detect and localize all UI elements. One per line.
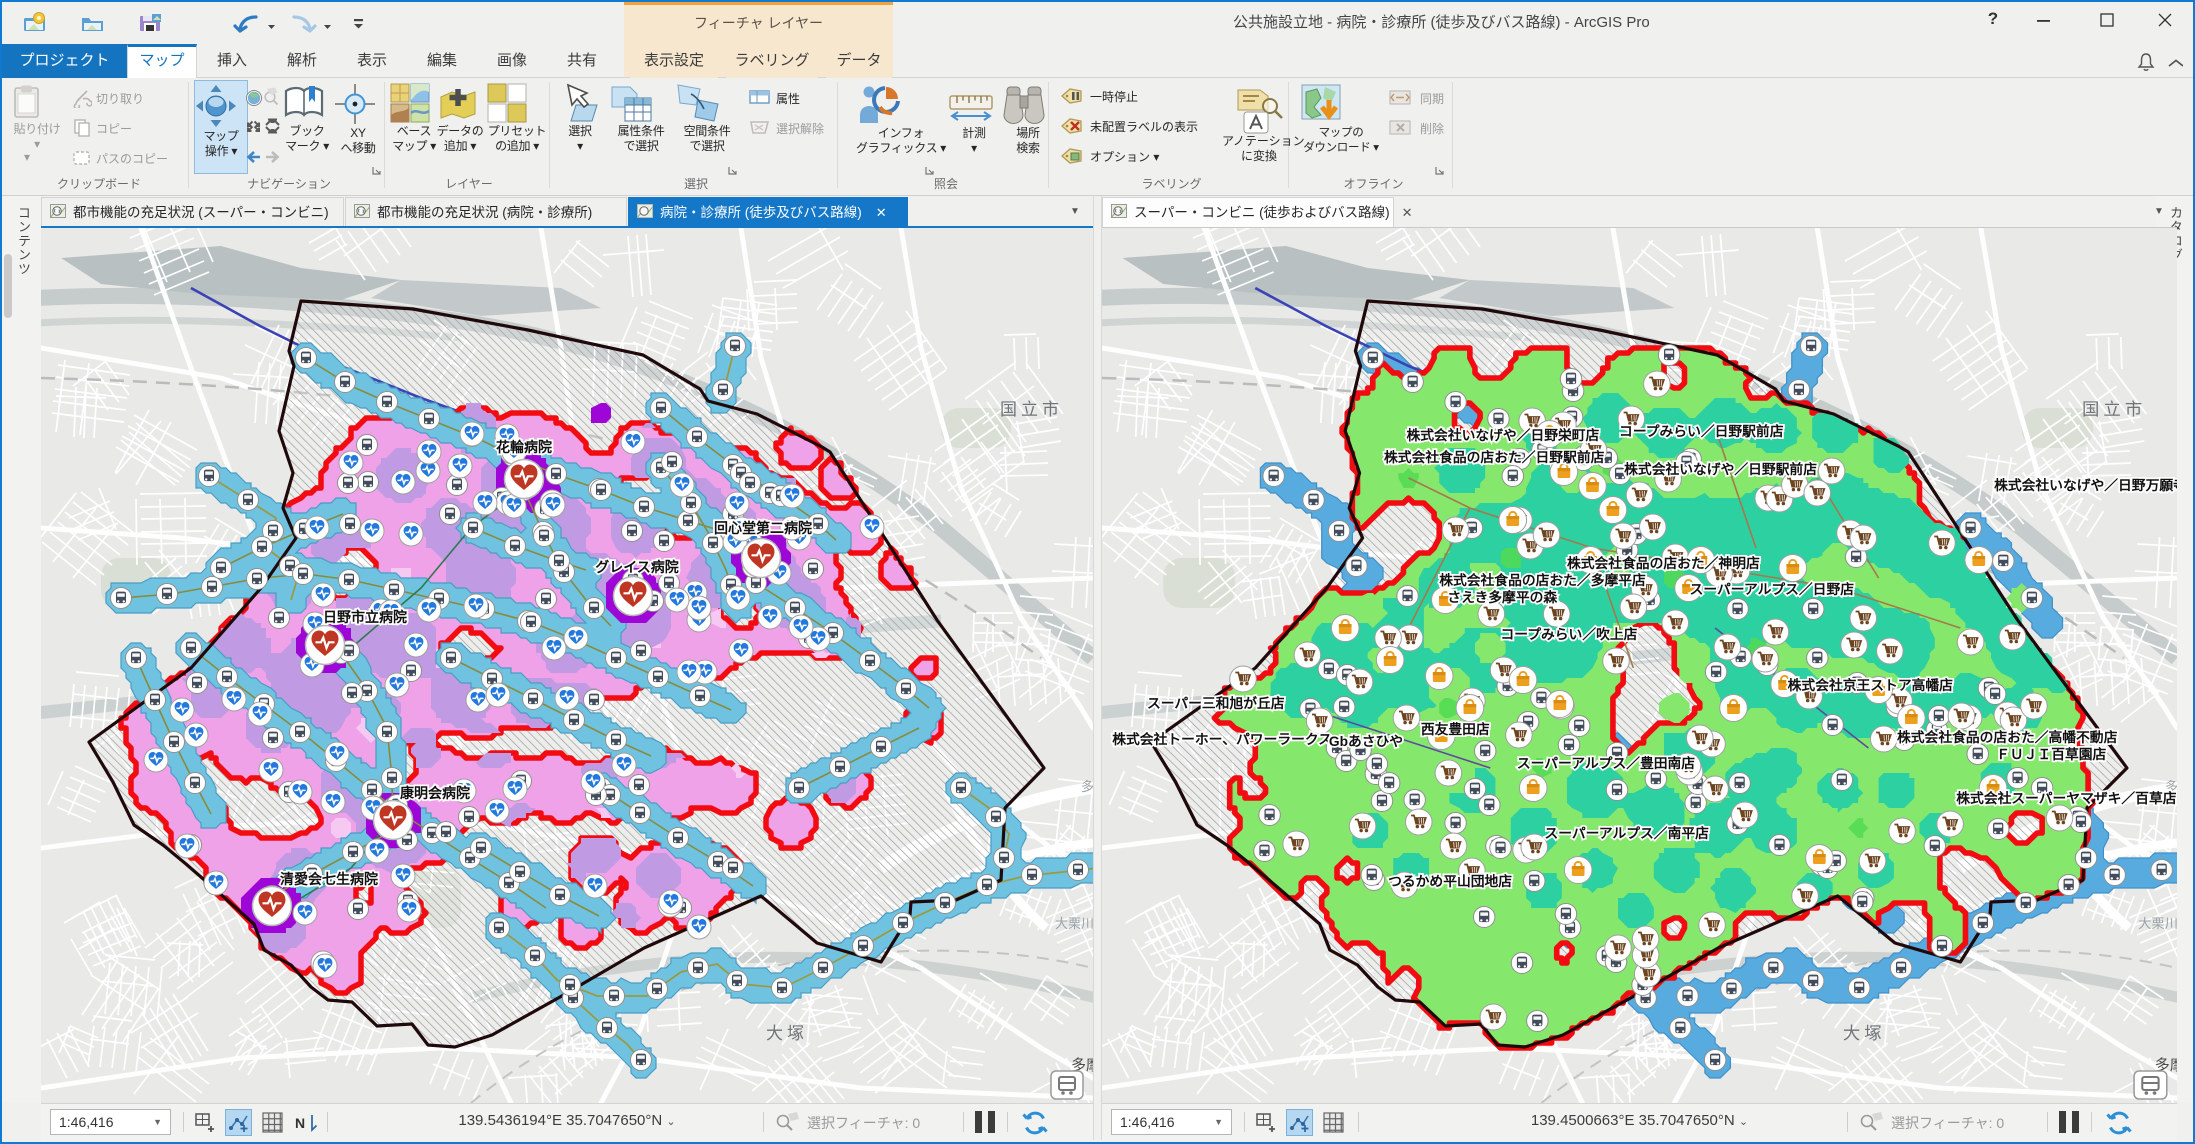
svg-text:康明会病院: 康明会病院 xyxy=(400,785,470,801)
svg-text:日野市立病院: 日野市立病院 xyxy=(323,609,407,625)
svg-text:花輪病院: 花輪病院 xyxy=(496,439,552,455)
svg-text:株式会社食品の店おた／神明店: 株式会社食品の店おた／神明店 xyxy=(1567,555,1760,571)
svg-text:株式会社トーホー、パワーラークス: 株式会社トーホー、パワーラークス xyxy=(1112,731,1332,747)
svg-text:株式会社いなげや／日野万願寺駅前店: 株式会社いなげや／日野万願寺駅前店 xyxy=(1994,477,2177,493)
svg-text:スーパーアルプス／南平店: スーパーアルプス／南平店 xyxy=(1544,825,1709,841)
svg-text:株式会社スーパーヤマザキ／百草店: 株式会社スーパーヤマザキ／百草店 xyxy=(1956,790,2177,806)
svg-text:コープみらい／吹上店: コープみらい／吹上店 xyxy=(1501,626,1638,642)
svg-text:ＦＵＪＩ百草園店: ＦＵＪＩ百草園店 xyxy=(1996,746,2107,762)
svg-text:さえき多摩平の森: さえき多摩平の森 xyxy=(1447,589,1557,605)
svg-text:スーパー三和旭が丘店: スーパー三和旭が丘店 xyxy=(1147,695,1285,711)
svg-text:株式会社いなげや／日野栄町店: 株式会社いなげや／日野栄町店 xyxy=(1407,427,1600,443)
svg-text:株式会社京王ストア高幡店: 株式会社京王ストア高幡店 xyxy=(1788,677,1954,693)
svg-text:清愛会七生病院: 清愛会七生病院 xyxy=(280,871,378,887)
svg-text:スーパーアルプス／日野店: スーパーアルプス／日野店 xyxy=(1690,581,1855,597)
svg-text:多摩: 多摩 xyxy=(1081,779,1093,794)
svg-text:西友豊田店: 西友豊田店 xyxy=(1421,721,1490,737)
svg-text:グレイス病院: グレイス病院 xyxy=(595,559,679,575)
svg-text:国立市: 国立市 xyxy=(1000,400,1063,419)
svg-text:株式会社食品の店おた／多摩平店: 株式会社食品の店おた／多摩平店 xyxy=(1439,572,1646,588)
svg-text:国立市: 国立市 xyxy=(2082,399,2146,419)
svg-text:コープみらい／日野駅前店: コープみらい／日野駅前店 xyxy=(1619,423,1784,439)
svg-text:Gbあさひや: Gbあさひや xyxy=(1329,734,1403,749)
svg-text:大栗川: 大栗川 xyxy=(1055,916,1093,931)
svg-text:回心堂第二病院: 回心堂第二病院 xyxy=(714,520,812,536)
svg-text:株式会社いなげや／日野駅前店: 株式会社いなげや／日野駅前店 xyxy=(1624,461,1817,477)
svg-text:大塚: 大塚 xyxy=(766,1024,808,1043)
svg-text:つるかめ平山団地店: つるかめ平山団地店 xyxy=(1388,873,1512,889)
svg-text:スーパーアルプス／豊田南店: スーパーアルプス／豊田南店 xyxy=(1517,755,1696,771)
svg-text:大栗川: 大栗川 xyxy=(2138,916,2177,931)
svg-text:株式会社食品の店おた／日野駅前店: 株式会社食品の店おた／日野駅前店 xyxy=(1384,449,1605,465)
svg-text:株式会社食品の店おた／高幡不動店: 株式会社食品の店おた／高幡不動店 xyxy=(1897,729,2118,745)
svg-text:大塚: 大塚 xyxy=(1843,1023,1886,1043)
